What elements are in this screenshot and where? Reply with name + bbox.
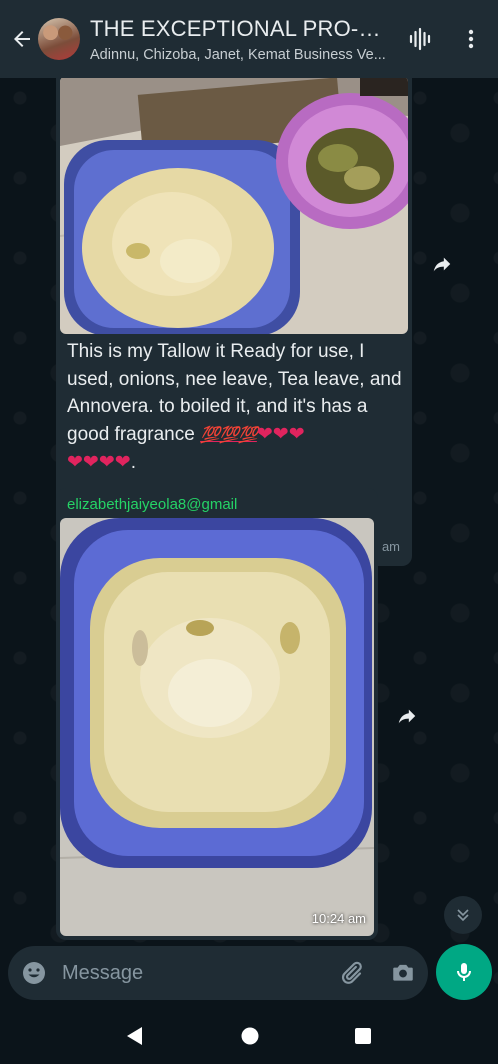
chat-title-area[interactable]: THE EXCEPTIONAL PRO-FOR... Adinnu, Chizo…	[90, 16, 390, 63]
hearts-emoji: ❤❤❤❤	[67, 452, 131, 473]
forward-button[interactable]	[424, 246, 460, 282]
message-input[interactable]: Message	[62, 962, 143, 985]
nav-recents-button[interactable]	[353, 1026, 373, 1051]
camera-icon	[393, 964, 413, 981]
caption-trailing: .	[130, 452, 136, 473]
emoji-button[interactable]	[20, 959, 48, 987]
forward-button[interactable]	[389, 698, 425, 734]
voice-record-button[interactable]	[436, 944, 492, 1000]
microphone-icon	[457, 963, 471, 981]
nav-home-button[interactable]	[240, 1026, 260, 1051]
message-composer: Message	[8, 946, 428, 1000]
menu-button[interactable]	[456, 24, 486, 54]
scroll-down-button[interactable]	[444, 896, 482, 934]
nav-back-button[interactable]	[126, 1026, 144, 1051]
message-photo[interactable]	[60, 518, 374, 936]
camera-button[interactable]	[390, 960, 416, 991]
message-time: 10:24 am	[311, 911, 366, 926]
more-vertical-icon	[468, 29, 474, 49]
paperclip-icon	[341, 961, 362, 984]
chat-area[interactable]: This is my Tallow it Ready for use, I us…	[0, 78, 498, 998]
triangle-back-icon	[127, 1027, 142, 1045]
attach-button[interactable]	[338, 960, 364, 991]
arrow-left-icon	[14, 31, 30, 47]
chat-title: THE EXCEPTIONAL PRO-FOR...	[90, 15, 390, 41]
back-button[interactable]	[4, 0, 40, 78]
chat-header: THE EXCEPTIONAL PRO-FOR... Adinnu, Chizo…	[0, 0, 498, 78]
group-avatar[interactable]	[38, 18, 80, 60]
hundred-emoji: 💯💯💯	[200, 426, 258, 444]
audio-call-icon	[409, 27, 431, 51]
square-recents-icon	[355, 1028, 371, 1044]
double-chevron-down-icon	[457, 909, 469, 922]
message-photo[interactable]	[60, 78, 408, 334]
message-bubble[interactable]: elizabethjaiyeola8@gmail 10:24 am	[56, 488, 378, 940]
forward-icon	[433, 257, 451, 272]
emoji-icon	[23, 962, 45, 984]
circle-home-icon	[241, 1027, 259, 1045]
forward-icon	[398, 709, 416, 724]
message-caption: This is my Tallow it Ready for use, I us…	[67, 338, 405, 477]
sender-name[interactable]: elizabethjaiyeola8@gmail	[67, 496, 237, 513]
hearts-emoji: ❤❤❤	[256, 423, 305, 445]
audio-call-button[interactable]	[405, 24, 435, 54]
chat-participants: Adinnu, Chizoba, Janet, Kemat Business V…	[90, 46, 386, 63]
system-navigation-bar	[0, 1006, 498, 1064]
